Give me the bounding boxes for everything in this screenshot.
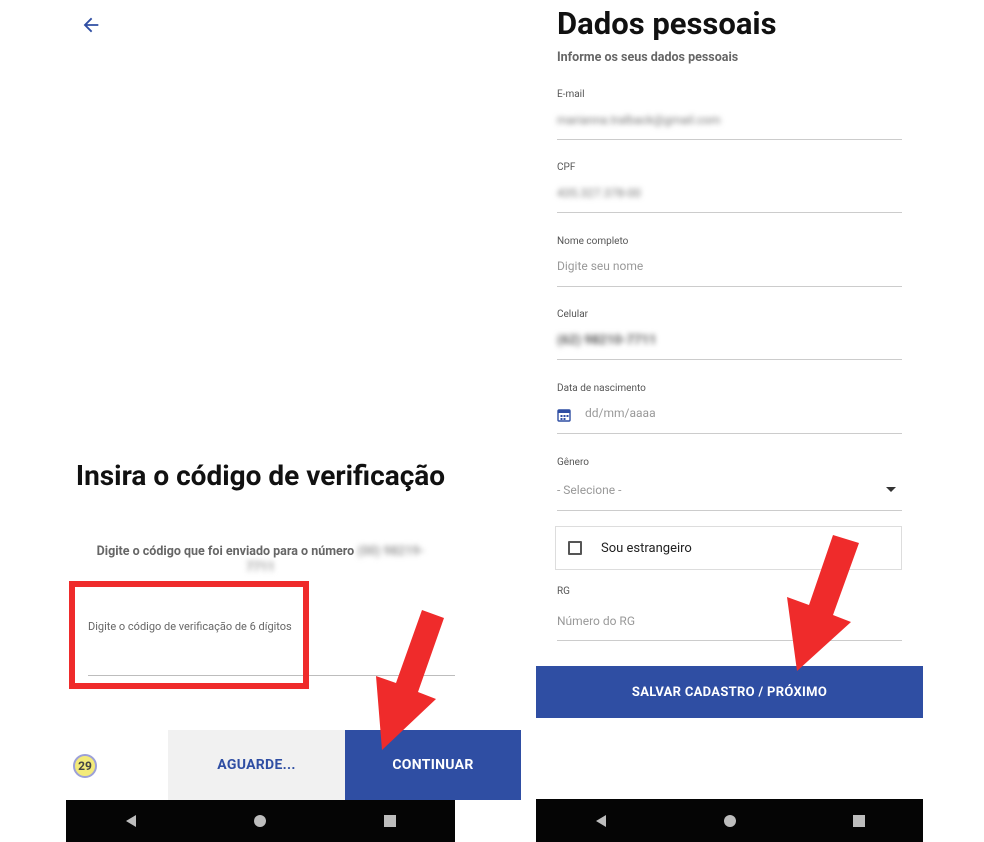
foreigner-checkbox[interactable] [568, 541, 582, 555]
verification-description: Digite o código que foi enviado para o n… [92, 544, 429, 576]
full-name-field[interactable]: Nome completo Digite seu nome [557, 236, 902, 288]
nav-back-icon[interactable] [581, 801, 621, 841]
gender-select[interactable]: Gênero - Selecione - [557, 457, 902, 511]
mobile-underline [557, 359, 902, 360]
verification-title: Insira o código de verificação [75, 459, 446, 492]
email-value: marianna.tralback@gmail.com [557, 113, 721, 127]
nav-home-icon[interactable] [710, 801, 750, 841]
wait-button[interactable]: AGUARDE... [168, 730, 345, 800]
email-underline [557, 139, 902, 140]
personal-data-screen: Dados pessoais Informe os seus dados pes… [536, 0, 923, 842]
birth-date-field[interactable]: Data de nascimento dd/mm/aaaa [557, 383, 902, 435]
rg-label: RG [557, 586, 570, 597]
gender-selected-value: - Selecione - [557, 483, 622, 497]
pointer-arrow-continue [376, 610, 444, 750]
page-title: Dados pessoais [557, 5, 777, 42]
cpf-value: 435.327.378-00 [557, 186, 641, 200]
page-subtitle: Informe os seus dados pessoais [557, 50, 739, 65]
nav-recents-icon[interactable] [839, 801, 879, 841]
mobile-value: (62) 98210-7711 [557, 333, 657, 348]
verification-description-text: Digite o código que foi enviado para o n… [96, 544, 355, 559]
nav-recents-icon[interactable] [370, 801, 410, 841]
gender-underline [557, 510, 902, 511]
full-name-underline [557, 286, 902, 287]
email-field[interactable]: E-mail marianna.tralback@gmail.com [557, 89, 902, 141]
foreigner-label: Sou estrangeiro [601, 541, 692, 556]
email-label: E-mail [557, 89, 585, 100]
full-name-label: Nome completo [557, 236, 629, 247]
calendar-icon[interactable] [557, 407, 571, 422]
cpf-underline [557, 212, 902, 213]
birth-date-underline [557, 433, 902, 434]
nav-home-icon[interactable] [240, 801, 280, 841]
mobile-field[interactable]: Celular (62) 98210-7711 [557, 309, 902, 361]
highlight-annotation-box [69, 581, 309, 689]
nav-back-icon[interactable] [111, 801, 151, 841]
full-name-placeholder: Digite seu nome [557, 259, 644, 273]
rg-placeholder: Número do RG [557, 614, 635, 628]
mobile-label: Celular [557, 309, 589, 320]
cpf-field[interactable]: CPF 435.327.378-00 [557, 162, 902, 214]
birth-date-placeholder: dd/mm/aaaa [585, 406, 656, 420]
cpf-label: CPF [557, 162, 576, 173]
android-nav-bar-right [536, 799, 923, 842]
back-arrow-icon[interactable] [80, 14, 102, 36]
resend-timer-badge: 29 [73, 754, 97, 778]
dropdown-arrow-icon[interactable] [886, 487, 896, 492]
gender-label: Gênero [557, 457, 589, 468]
birth-date-label: Data de nascimento [557, 383, 646, 394]
pointer-arrow-save [787, 535, 859, 671]
android-nav-bar [66, 800, 455, 842]
